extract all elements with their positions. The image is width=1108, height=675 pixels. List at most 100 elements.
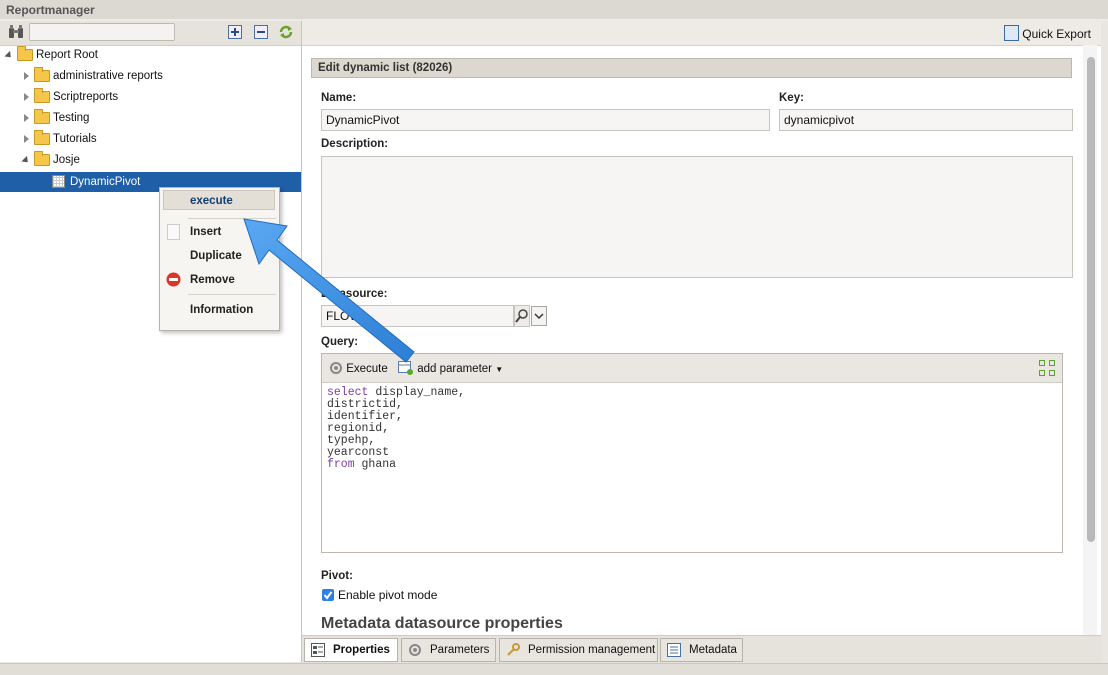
menu-item-execute[interactable]: execute: [160, 190, 279, 212]
folder-icon: [34, 67, 50, 82]
left-panel: Report Root administrative reports Scrip…: [0, 21, 302, 662]
menu-separator: [188, 218, 276, 219]
scrollbar-thumb[interactable]: [1087, 57, 1095, 542]
tree-search-input[interactable]: [29, 23, 175, 41]
name-field[interactable]: DynamicPivot: [321, 109, 770, 131]
menu-item-information[interactable]: Information: [160, 299, 279, 321]
tree-item-label: Scriptreports: [53, 91, 119, 103]
add-parameter-icon: [398, 361, 413, 375]
tree-item-label: Testing: [53, 112, 90, 124]
tab-label: Permission management: [528, 644, 656, 656]
pivot-label: Pivot:: [321, 570, 353, 582]
execute-query-button[interactable]: Execute: [329, 361, 388, 375]
dropdown-arrow-icon: ▼: [495, 365, 504, 374]
tree-item-label: DynamicPivot: [70, 176, 141, 188]
quick-export-label: Quick Export: [1022, 27, 1091, 41]
code-text: ghana: [354, 458, 397, 471]
left-toolbar: [0, 21, 301, 46]
tree-item-scriptreports[interactable]: Scriptreports: [0, 87, 301, 107]
tab-permission-management[interactable]: Permission management: [499, 638, 658, 662]
tab-properties[interactable]: Properties: [304, 638, 398, 662]
right-toolbar: Quick Export: [302, 21, 1101, 46]
tab-label: Parameters: [430, 644, 490, 656]
pivot-checkbox-label[interactable]: Enable pivot mode: [338, 588, 437, 602]
expand-toggle-icon[interactable]: [24, 135, 29, 143]
gear-icon: [330, 362, 342, 374]
query-editor[interactable]: Execute add parameter ▼ select display_n…: [321, 353, 1063, 553]
datasource-dropdown-button[interactable]: [531, 306, 547, 326]
menu-item-label: Insert: [190, 226, 222, 238]
expand-all-icon[interactable]: [228, 25, 242, 39]
expand-toggle-icon[interactable]: [24, 72, 29, 80]
insert-icon: [167, 224, 180, 240]
datasource-field[interactable]: FLOW: [321, 305, 514, 327]
description-field[interactable]: [321, 156, 1073, 278]
properties-icon: [311, 643, 325, 657]
collapse-toggle-icon[interactable]: [4, 50, 14, 61]
execute-label: Execute: [346, 363, 388, 375]
tree-item-administrative-reports[interactable]: administrative reports: [0, 66, 301, 86]
datasource-search-button[interactable]: [514, 305, 530, 327]
expand-toggle-icon[interactable]: [24, 114, 29, 122]
remove-icon: [166, 272, 181, 295]
menu-item-label: execute: [190, 195, 233, 207]
tree-item-testing[interactable]: Testing: [0, 108, 301, 128]
section-header: Edit dynamic list (82026): [311, 58, 1072, 78]
code-line: from ghana: [327, 459, 465, 471]
bottom-tab-bar: Properties Parameters Permission managem…: [302, 635, 1101, 664]
export-icon: [1004, 25, 1020, 41]
tree-item-label: administrative reports: [53, 70, 163, 82]
query-toolbar: Execute add parameter ▼: [322, 354, 1062, 383]
refresh-icon[interactable]: [279, 25, 293, 39]
menu-item-insert[interactable]: Insert: [160, 221, 279, 243]
chevron-down-icon: [534, 313, 544, 320]
app-titlebar: Reportmanager: [0, 0, 1108, 20]
key-label: Key:: [779, 92, 804, 104]
tab-parameters[interactable]: Parameters: [401, 638, 496, 662]
table-icon: [52, 175, 65, 188]
menu-item-duplicate[interactable]: Duplicate: [160, 245, 279, 267]
checkmark-icon: [323, 591, 333, 600]
tree-item-josje[interactable]: Josje: [0, 150, 301, 170]
folder-icon: [34, 130, 50, 145]
fullscreen-icon[interactable]: [1039, 360, 1055, 379]
tree-item-report-root[interactable]: Report Root: [0, 45, 301, 65]
expand-toggle-icon[interactable]: [24, 93, 29, 101]
metadata-heading: Metadata datasource properties: [321, 615, 563, 632]
tree-item-tutorials[interactable]: Tutorials: [0, 129, 301, 149]
folder-open-icon: [17, 46, 33, 61]
metadata-icon: [667, 643, 681, 657]
key-icon: [507, 643, 520, 656]
menu-item-label: Duplicate: [190, 250, 242, 262]
app-title: Reportmanager: [6, 3, 95, 17]
tab-label: Properties: [333, 644, 390, 656]
folder-icon: [34, 88, 50, 103]
tree-item-label: Report Root: [36, 49, 99, 61]
tree-item-label: Josje: [53, 154, 80, 166]
query-code[interactable]: select display_name, districtid, identifie…: [327, 387, 465, 471]
menu-item-remove[interactable]: Remove: [160, 269, 279, 291]
right-panel: Quick Export Edit dynamic list (82026) N…: [302, 21, 1101, 662]
add-parameter-label: add parameter: [417, 363, 492, 375]
collapse-toggle-icon[interactable]: [21, 155, 31, 166]
search-icon: [515, 309, 528, 323]
folder-icon: [34, 109, 50, 124]
menu-separator: [188, 294, 276, 295]
menu-item-label: Remove: [190, 274, 235, 286]
add-parameter-button[interactable]: add parameter ▼: [398, 361, 503, 375]
key-field[interactable]: dynamicpivot: [779, 109, 1073, 131]
tree-item-label: Tutorials: [53, 133, 97, 145]
name-label: Name:: [321, 92, 357, 104]
collapse-all-icon[interactable]: [254, 25, 268, 39]
status-bar: [0, 663, 1108, 675]
tab-metadata[interactable]: Metadata: [660, 638, 743, 662]
pivot-checkbox[interactable]: [322, 589, 334, 601]
quick-export-button[interactable]: Quick Export: [1004, 25, 1091, 41]
tab-label: Metadata: [689, 644, 737, 656]
context-menu: execute Insert Duplicate Remove Informat…: [159, 187, 280, 331]
description-label: Description:: [321, 138, 389, 150]
query-label: Query:: [321, 336, 359, 348]
folder-open-icon: [34, 151, 50, 166]
binoculars-icon[interactable]: [8, 25, 24, 39]
gear-icon: [409, 644, 421, 656]
